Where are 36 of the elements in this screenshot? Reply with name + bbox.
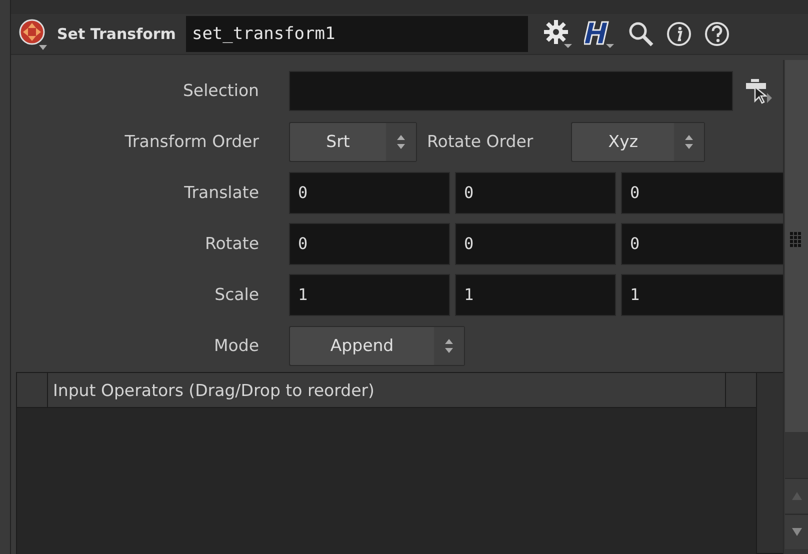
dropdown-menu[interactable]: Xyz [571, 122, 706, 162]
parameter-label: Rotate [204, 234, 259, 253]
dropdown-menu[interactable]: Srt [289, 122, 417, 162]
number-field[interactable]: 0 [289, 172, 450, 214]
selection-field[interactable] [289, 70, 733, 110]
number-field[interactable]: 0 [289, 222, 450, 264]
node-type-label: Set Transform [57, 25, 176, 43]
h-logo-icon[interactable] [584, 19, 616, 49]
scroll-down-button[interactable] [785, 514, 808, 549]
dropdown-menu[interactable]: Append [289, 326, 465, 366]
parameter-label: Rotate Order [427, 132, 534, 151]
parameter-label: Mode [213, 336, 259, 355]
number-field[interactable]: 0 [455, 222, 616, 264]
down-arrow-icon [792, 528, 802, 536]
parameter-label: Scale [214, 285, 259, 304]
help-icon[interactable] [704, 21, 730, 47]
grip-icon[interactable] [790, 232, 802, 248]
search-icon[interactable] [628, 21, 654, 47]
up-down-arrows-icon [444, 338, 454, 354]
up-arrow-icon [792, 492, 802, 500]
up-down-arrows-icon [396, 134, 406, 150]
selector-arrow-icon[interactable] [743, 76, 773, 104]
info-icon[interactable] [666, 21, 692, 47]
up-down-arrows-icon [684, 134, 694, 150]
parameter-label: Transform Order [124, 132, 259, 151]
list-scrollbar[interactable] [756, 372, 784, 554]
parameter-label: Selection [182, 81, 259, 100]
gear-icon[interactable] [544, 19, 572, 49]
scrollbar[interactable] [783, 60, 808, 554]
number-field[interactable]: 0 [455, 172, 616, 214]
number-field[interactable]: 1 [455, 274, 616, 316]
scrollbar-thumb[interactable] [785, 60, 808, 432]
number-field[interactable]: 1 [289, 274, 450, 316]
input-operators-list[interactable]: Input Operators (Drag/Drop to reorder) [16, 372, 758, 554]
node-name-field[interactable]: set_transform1 [186, 16, 528, 52]
parameter-label: Translate [183, 183, 259, 202]
